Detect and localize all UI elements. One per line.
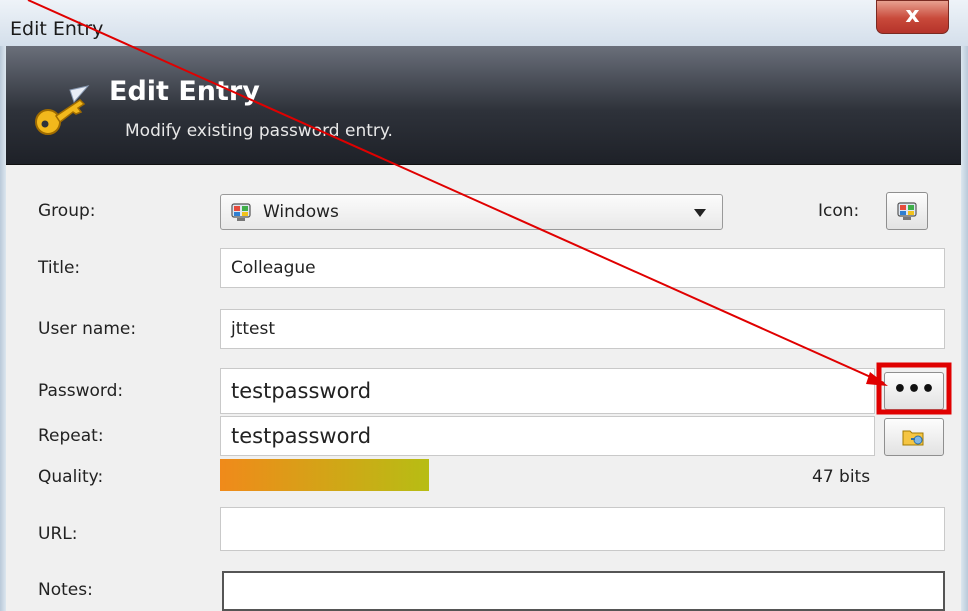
group-select-value: Windows — [263, 202, 339, 222]
quality-bits-text: 47 bits — [812, 467, 871, 487]
group-icon — [897, 202, 917, 220]
repeat-password-field[interactable]: testpassword — [220, 416, 875, 456]
url-field[interactable] — [220, 507, 945, 551]
password-label: Password: — [38, 381, 124, 401]
close-button[interactable]: x — [876, 0, 949, 34]
notes-label: Notes: — [38, 580, 93, 600]
title-bar: Edit Entry x — [0, 0, 968, 46]
icon-label: Icon: — [818, 201, 860, 221]
url-label: URL: — [38, 524, 78, 544]
notes-field[interactable] — [222, 571, 945, 611]
window-title: Edit Entry — [10, 18, 104, 40]
quality-label: Quality: — [38, 467, 104, 487]
banner-subtitle: Modify existing password entry. — [125, 121, 393, 141]
folder-key-icon — [902, 430, 924, 446]
key-icon — [35, 85, 90, 135]
group-select[interactable]: Windows — [220, 194, 723, 230]
show-password-button[interactable]: ••• — [884, 372, 944, 410]
quality-bar — [220, 459, 429, 491]
username-label: User name: — [38, 319, 137, 339]
chevron-down-icon — [694, 209, 706, 217]
group-icon — [231, 203, 251, 221]
repeat-label: Repeat: — [38, 426, 104, 446]
username-field[interactable]: jttest — [220, 309, 945, 349]
edit-entry-window: Edit Entry x Edit Entry Modify existing … — [0, 0, 968, 611]
password-field[interactable]: testpassword — [220, 368, 875, 414]
banner-title: Edit Entry — [109, 76, 260, 107]
password-generator-button[interactable] — [884, 418, 944, 456]
icon-picker-button[interactable] — [886, 192, 928, 230]
group-label: Group: — [38, 201, 96, 221]
title-label: Title: — [38, 258, 81, 278]
window-frame-right — [961, 46, 968, 611]
title-field[interactable]: Colleague — [220, 248, 945, 288]
